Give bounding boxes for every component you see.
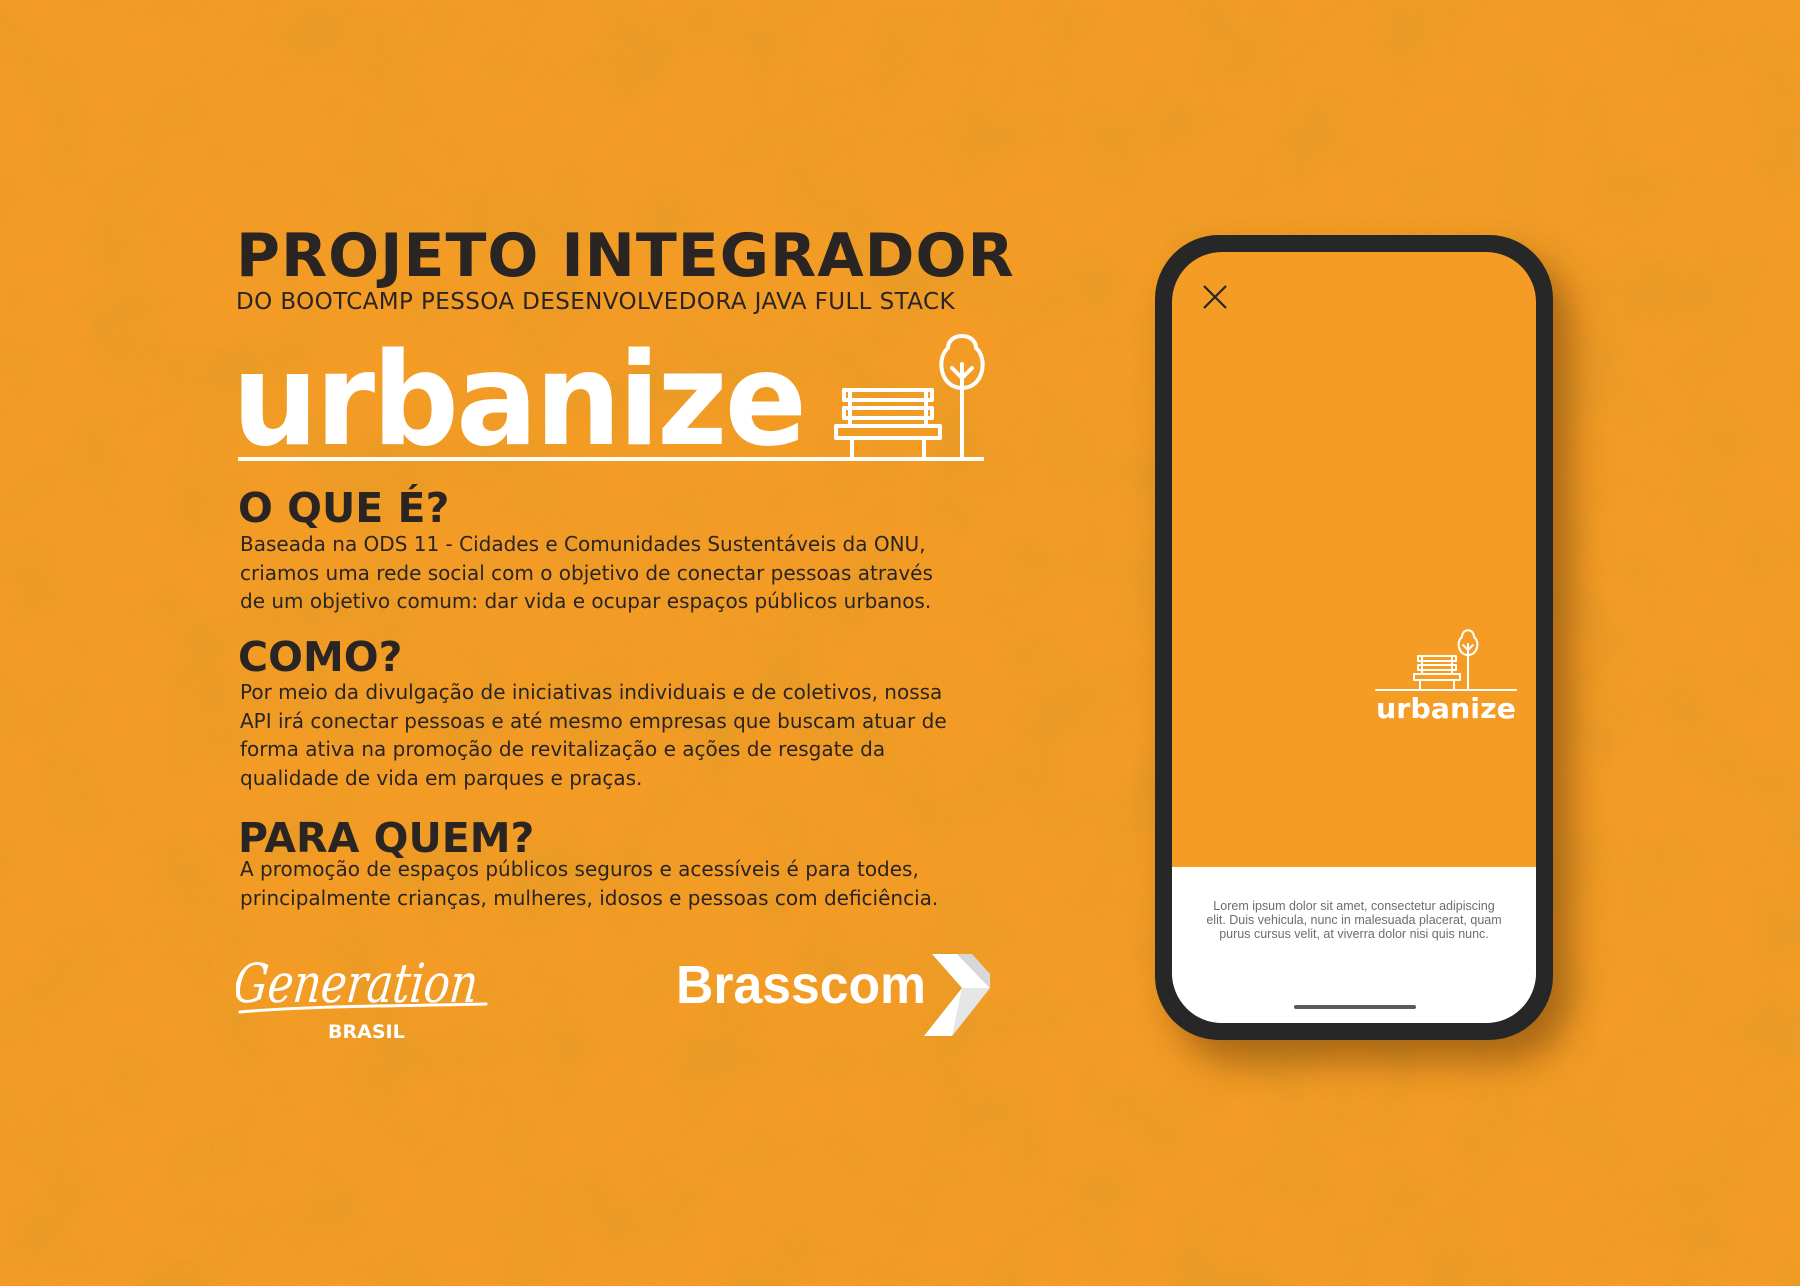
section-heading-what: O QUE É?: [238, 484, 450, 532]
section-line: Baseada na ODS 11 - Cidades e Comunidade…: [240, 532, 926, 556]
section-line: Por meio da divulgação de iniciativas in…: [240, 680, 943, 704]
section-line: qualidade de vida em parques e praças.: [240, 765, 643, 790]
section-body-what: Baseada na ODS 11 - Cidades e Comunidade…: [240, 530, 1000, 616]
section-line: principalmente crianças, mulheres, idoso…: [240, 885, 939, 910]
section-line: API irá conectar pessoas e até mesmo emp…: [240, 708, 947, 733]
urbanize-wordmark: urbanize: [232, 328, 804, 468]
home-indicator[interactable]: [1294, 1005, 1416, 1009]
urbanize-logo: urbanize: [232, 328, 985, 468]
close-icon[interactable]: [1200, 282, 1230, 312]
section-line: criamos uma rede social com o objetivo d…: [240, 560, 933, 585]
section-body-how: Por meio da divulgação de iniciativas in…: [240, 678, 1000, 792]
brasscom-logo: Brasscom: [676, 954, 990, 1036]
section-line: de um objetivo comum: dar vida e ocupar …: [240, 589, 932, 613]
generation-logo: Generation BRASIL: [236, 952, 488, 1043]
page-subtitle: DO BOOTCAMP PESSOA DESENVOLVEDORA JAVA F…: [236, 289, 955, 315]
section-line: A promoção de espaços públicos seguros e…: [240, 857, 919, 881]
brasscom-chevron-icon: [924, 954, 990, 1036]
section-line: forma ativa na promoção de revitalização…: [240, 737, 886, 761]
phone-screen: urbanize Lorem ipsum dolor sit amet, con…: [1172, 252, 1536, 1023]
phone-urbanize-logo: urbanize: [1375, 629, 1517, 722]
bench-and-tree-icon: [834, 334, 985, 461]
phone-mockup: urbanize Lorem ipsum dolor sit amet, con…: [1155, 235, 1553, 1040]
phone-footer-panel: Lorem ipsum dolor sit amet, consectetur …: [1172, 867, 1536, 1023]
generation-sub: BRASIL: [328, 1021, 405, 1043]
phone-footer-text: Lorem ipsum dolor sit amet, consectetur …: [1206, 899, 1502, 941]
section-heading-how: COMO?: [238, 633, 403, 681]
brasscom-wordmark: Brasscom: [676, 955, 926, 1015]
bench-and-tree-icon: [1375, 629, 1517, 691]
phone-logo-wordmark: urbanize: [1376, 692, 1516, 722]
section-body-who: A promoção de espaços públicos seguros e…: [240, 855, 1000, 912]
page-title: PROJETO INTEGRADOR: [236, 221, 1015, 291]
